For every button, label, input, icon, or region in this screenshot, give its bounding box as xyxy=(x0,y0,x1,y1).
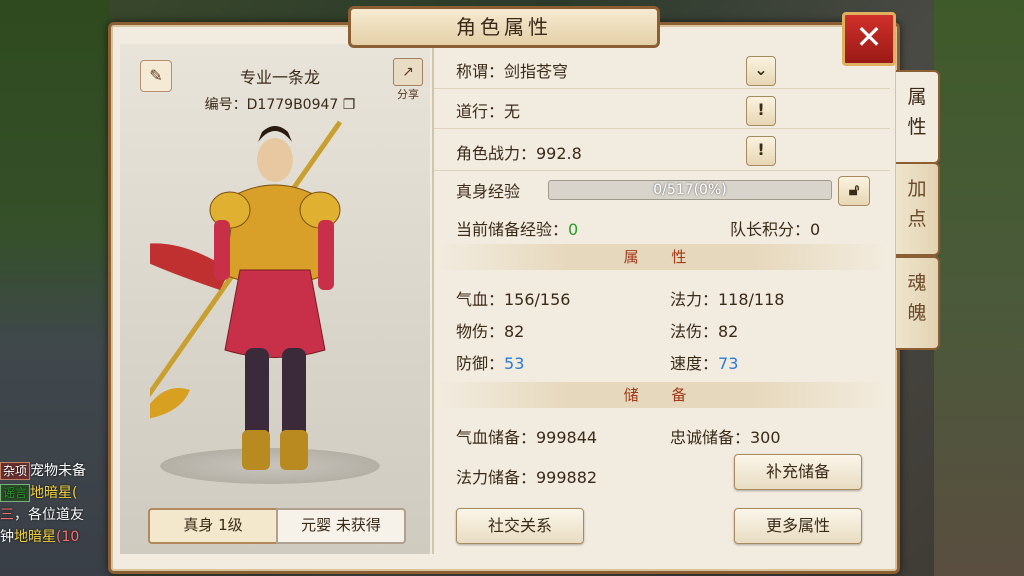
mag-attack-stat: 法伤：82 xyxy=(670,322,739,341)
share-button[interactable]: ↗ 分享 xyxy=(392,58,424,101)
captain-points: 队长积分：0 xyxy=(730,220,821,239)
character-name: 专业一条龙 xyxy=(239,68,320,87)
chat-line: 杂项 宠物未备 xyxy=(0,460,120,482)
head xyxy=(257,138,293,182)
daoxing-info-button[interactable]: ! xyxy=(746,96,776,126)
defense-label: 防御： xyxy=(456,354,505,373)
stored-exp-row: 当前储备经验：0 队长积分：0 xyxy=(434,214,890,242)
side-tab-points[interactable]: 加点 xyxy=(896,162,940,256)
right-boot xyxy=(280,430,308,470)
left-arm xyxy=(214,220,230,280)
side-tab-attributes[interactable]: 属性 xyxy=(896,70,940,164)
armor-skirt xyxy=(224,269,326,358)
stored-exp-label: 当前储备经验： xyxy=(456,220,569,239)
panel-title: 角色属性 xyxy=(348,6,660,48)
speed-value: 73 xyxy=(718,354,739,373)
chat-line: 谣言 地暗星( xyxy=(0,482,120,504)
chat-highlight: 地暗星 xyxy=(14,529,56,545)
loyalty-reserve: 忠诚储备：300 xyxy=(670,428,781,447)
share-label: 分享 xyxy=(397,88,419,101)
daoxing-row: 道行：无 ! xyxy=(434,90,890,129)
exp-row: 真身经验 0/517(0%) 🔓︎ xyxy=(434,176,890,206)
side-tab-soul[interactable]: 魂魄 xyxy=(896,256,940,350)
attributes-section-header: 属 性 xyxy=(434,244,890,270)
scene-background-right xyxy=(934,0,1024,576)
defense-stat: 防御：53 xyxy=(456,350,524,374)
more-attributes-button[interactable]: 更多属性 xyxy=(734,508,862,544)
chat-text: ，各位道友 xyxy=(14,507,84,523)
power-info-button[interactable]: ! xyxy=(746,136,776,166)
stored-exp: 当前储备经验：0 xyxy=(456,216,578,240)
power-text: 角色战力：992.8 xyxy=(456,144,582,163)
stored-exp-value: 0 xyxy=(568,220,579,239)
title-dropdown-button[interactable]: ⌄ xyxy=(746,56,776,86)
title-row: 称谓：剑指苍穹 ⌄ xyxy=(434,50,890,89)
attributes-area: 称谓：剑指苍穹 ⌄ 道行：无 ! 角色战力：992.8 ! 真身经验 0/517… xyxy=(434,44,890,554)
unlock-icon: 🔓︎ xyxy=(848,180,860,199)
hp-stat: 气血：156/156 xyxy=(456,290,571,309)
tab-true-body[interactable]: 真身 1级 xyxy=(148,508,278,544)
chat-text: 地暗星( xyxy=(30,485,78,501)
phys-attack-stat: 物伤：82 xyxy=(456,322,525,341)
body-tab-bar: 真身 1级 元婴 未获得 xyxy=(148,508,406,544)
exclamation-icon: ! xyxy=(757,100,765,119)
reserve-section-header: 储 备 xyxy=(434,382,890,408)
chevron-down-icon: ⌄ xyxy=(754,60,768,79)
copy-icon[interactable]: ❐ xyxy=(343,97,356,113)
social-relations-button[interactable]: 社交关系 xyxy=(456,508,584,544)
exp-unlock-button[interactable]: 🔓︎ xyxy=(838,176,870,206)
left-boot xyxy=(242,430,270,470)
character-id: 编号：D1779B0947 ❐ xyxy=(180,94,380,114)
chat-text: 宠物未备 xyxy=(30,463,87,479)
mp-reserve: 法力储备：999882 xyxy=(456,468,598,487)
speed-label: 速度： xyxy=(670,354,719,373)
chat-log[interactable]: 杂项 宠物未备 谣言 地暗星( 三，各位道友 钟地暗星(10 xyxy=(0,460,120,548)
exp-label: 真身经验 xyxy=(456,182,521,201)
exclamation-icon: ! xyxy=(757,140,765,159)
character-id-text: 编号：D1779B0947 xyxy=(204,97,339,113)
chat-prefix: 钟 xyxy=(0,529,14,545)
side-tab-label: 魂魄 xyxy=(907,272,927,324)
side-tab-label: 加点 xyxy=(907,178,927,230)
chat-line: 三，各位道友 xyxy=(0,504,120,526)
character-model xyxy=(150,120,343,470)
defense-value: 53 xyxy=(504,354,525,373)
tab-yuanying[interactable]: 元婴 未获得 xyxy=(276,508,406,544)
exp-progress-text: 0/517(0%) xyxy=(653,182,727,198)
daoxing-text: 道行：无 xyxy=(456,102,521,121)
chat-tag: 杂项 xyxy=(0,462,31,480)
close-button[interactable]: ✕ xyxy=(842,12,896,66)
speed-stat: 速度：73 xyxy=(670,350,738,374)
chat-text: (10 xyxy=(56,529,80,545)
edit-name-button[interactable]: ✎ xyxy=(140,60,172,92)
side-tab-label: 属性 xyxy=(907,86,927,138)
exp-progress-bar: 0/517(0%) xyxy=(548,180,832,200)
chat-line: 钟地暗星(10 xyxy=(0,526,120,548)
column-divider xyxy=(432,44,434,554)
spear-dragon xyxy=(150,388,190,419)
title-text: 称谓：剑指苍穹 xyxy=(456,62,569,81)
mp-stat: 法力：118/118 xyxy=(670,290,785,309)
chat-tag: 谣言 xyxy=(0,484,31,502)
chat-prefix: 三 xyxy=(0,507,14,523)
power-row: 角色战力：992.8 ! xyxy=(434,130,890,171)
pencil-icon: ✎ xyxy=(149,66,163,85)
refill-reserve-button[interactable]: 补充储备 xyxy=(734,454,862,490)
right-arm xyxy=(318,220,334,290)
hp-reserve: 气血储备：999844 xyxy=(456,428,598,447)
share-icon: ↗ xyxy=(393,58,423,86)
